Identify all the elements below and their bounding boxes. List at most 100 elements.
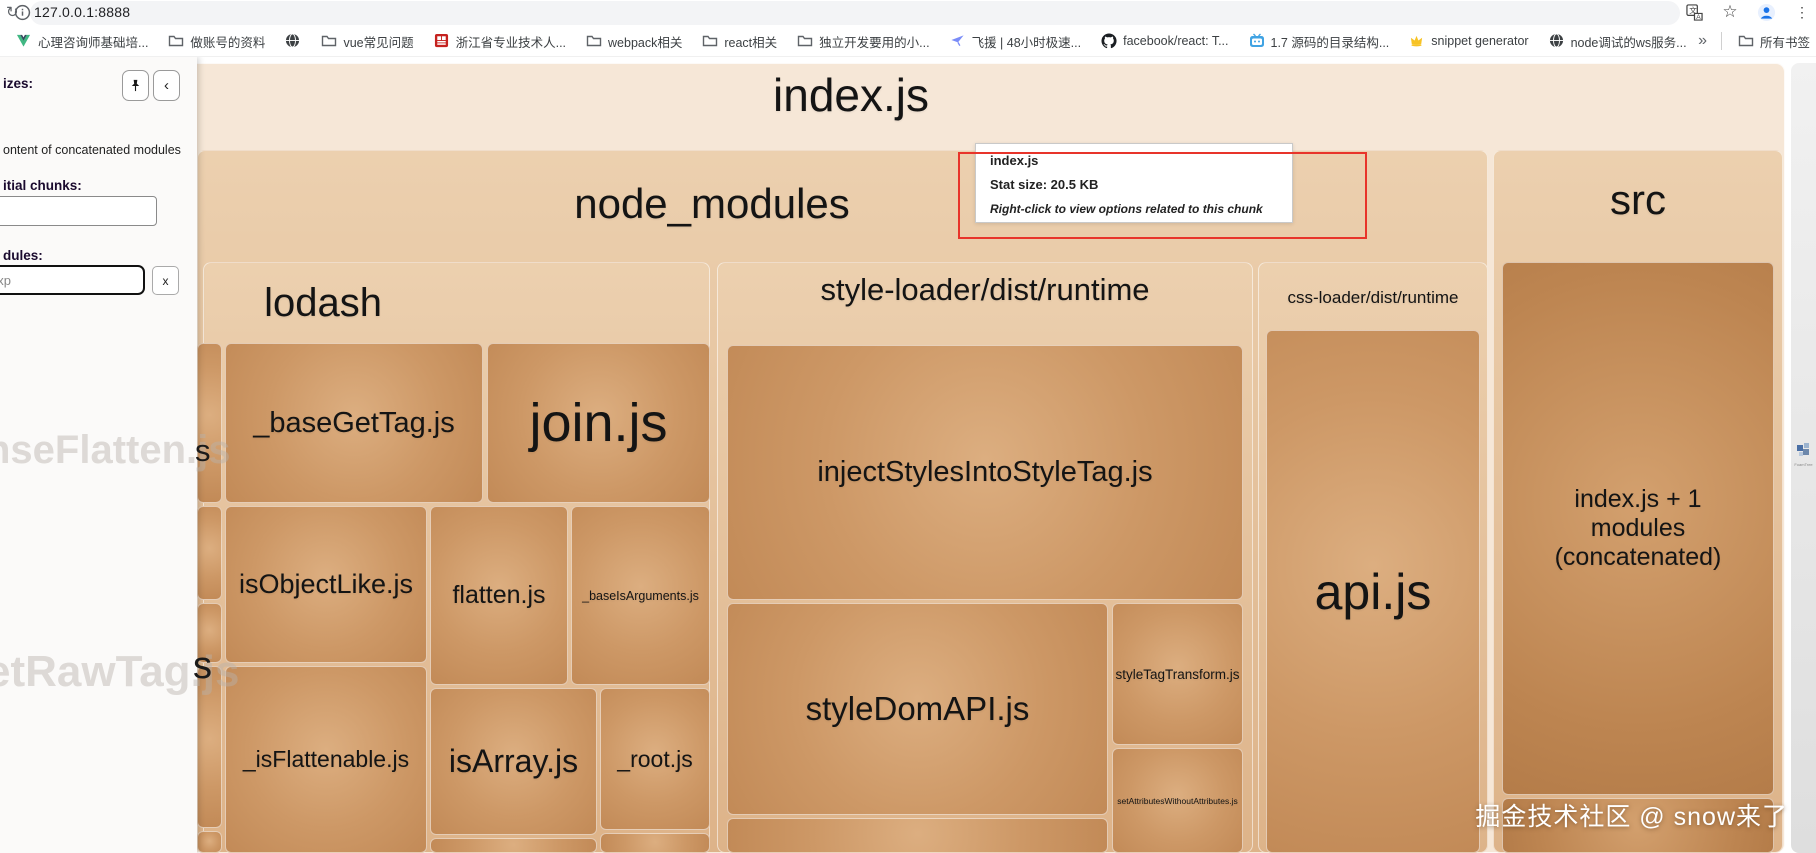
vue-icon: [16, 33, 32, 49]
bookmark-item[interactable]: 1.7 源码的目录结构...: [1243, 30, 1396, 53]
bookmark-item[interactable]: vue常见问题: [315, 30, 419, 53]
treemap-node-partial[interactable]: [430, 838, 597, 853]
treemap-node-is-array[interactable]: isArray.js: [430, 688, 597, 835]
bookmark-label: node调试的ws服务...: [1570, 35, 1687, 50]
search-modules-label: dules:: [3, 248, 43, 263]
treemap-label-is-array: isArray.js: [431, 689, 596, 834]
watermark-text: 掘金技术社区 @ snow来了: [1475, 803, 1788, 831]
bookmark-item[interactable]: react相关: [696, 30, 783, 53]
treemap-label-inject-styles: injectStylesIntoStyleTag.js: [728, 346, 1242, 599]
menu-dots-icon[interactable]: ⋮: [1792, 2, 1812, 22]
bookmark-label: vue常见问题: [343, 35, 414, 50]
treemap-label-src-concat: index.js + 1 modules (concatenated): [1503, 263, 1773, 794]
treemap-label-text: injectStylesIntoStyleTag.js: [817, 456, 1153, 488]
translate-icon[interactable]: 文A: [1684, 2, 1704, 22]
github-icon: [1101, 33, 1117, 49]
treemap-label-text: api.js: [1314, 563, 1432, 620]
treemap-node-partial[interactable]: [600, 833, 710, 853]
treemap-label-text: join.js: [529, 393, 668, 453]
treemap-node-root[interactable]: _root.js: [600, 688, 710, 830]
bookmarks-divider: [1720, 32, 1722, 50]
address-bar[interactable]: [30, 1, 1680, 25]
treemap-node-style-dom-api[interactable]: styleDomAPI.js: [727, 603, 1108, 815]
treemap-label-base-is-arguments: _baseIsArguments.js: [572, 507, 709, 684]
treemap-node-src-concat[interactable]: index.js + 1 modules (concatenated): [1502, 262, 1774, 795]
treemap-node-partial[interactable]: [197, 343, 222, 503]
bookmark-item[interactable]: [279, 31, 307, 51]
bookmark-item[interactable]: 独立开发要用的小...: [791, 30, 935, 53]
folder-icon: [797, 33, 813, 49]
folder-icon: [702, 33, 718, 49]
bookmark-item[interactable]: webpack相关: [580, 30, 688, 53]
bookmark-label: 独立开发要用的小...: [819, 35, 930, 50]
bookmark-label: 飞援 | 48小时极速...: [971, 35, 1082, 50]
crown-icon: [1409, 33, 1425, 49]
red-annotation-rectangle: [958, 152, 1367, 239]
collapse-sidebar-button[interactable]: ‹: [153, 70, 180, 101]
browser-toolbar: ↻ 127.0.0.1:8888 文A ☆ ⋮: [0, 0, 1816, 26]
treemap-node-set-attributes[interactable]: setAttributesWithoutAttributes.js: [1112, 748, 1243, 853]
bookmark-label: snippet generator: [1431, 34, 1529, 48]
treemap-label-text: _baseIsArguments.js: [582, 588, 699, 603]
tv-blue-icon: [1249, 33, 1265, 49]
treemap-node-partial[interactable]: [727, 818, 1108, 853]
treemap-label-is-object-like: isObjectLike.js: [226, 507, 426, 662]
foamtree-logo-icon: [1796, 443, 1809, 456]
bookmark-label: webpack相关: [608, 35, 683, 50]
all-bookmarks-button[interactable]: 所有书签: [1732, 30, 1816, 53]
treemap-label-text: isObjectLike.js: [238, 569, 414, 599]
clear-search-button[interactable]: x: [152, 266, 179, 295]
bookmarks-bar: 心理咨询师基础培... 做账号的资料 vue常见问题 浙江省专业技术人... webpa…: [0, 26, 1816, 57]
profile-avatar-icon[interactable]: [1756, 2, 1776, 22]
bookmarks-overflow-button[interactable]: »: [1694, 32, 1711, 50]
site-info-icon[interactable]: [14, 4, 31, 26]
folder-icon: [586, 33, 602, 49]
bookmark-item[interactable]: facebook/react: T...: [1095, 31, 1234, 51]
bookmark-label: 做账号的资料: [190, 35, 266, 50]
bookmark-item[interactable]: 做账号的资料: [162, 30, 271, 53]
treemap-node-flatten[interactable]: flatten.js: [430, 506, 568, 685]
bookmark-item[interactable]: 飞援 | 48小时极速...: [944, 30, 1088, 53]
clipped-module-label-tail: s: [193, 645, 212, 687]
url-text[interactable]: 127.0.0.1:8888: [34, 4, 130, 20]
globe-dark-icon: [1549, 33, 1565, 49]
pin-sidebar-button[interactable]: [122, 70, 149, 101]
bookmark-item[interactable]: 心理咨询师基础培...: [10, 30, 154, 53]
treemap-node-base-get-tag[interactable]: _baseGetTag.js: [225, 343, 483, 503]
treemap-label-text: _root.js: [617, 745, 693, 772]
treemap-node-is-object-like[interactable]: isObjectLike.js: [225, 506, 427, 663]
bookmarks-list: 心理咨询师基础培... 做账号的资料 vue常见问题 浙江省专业技术人... webpa…: [0, 30, 1694, 53]
svg-text:A: A: [1696, 13, 1701, 20]
foamtree-logo[interactable]: FoamTree: [1793, 441, 1814, 467]
clipped-module-label-tail: s: [195, 433, 211, 468]
treemap-sizes-label: izes:: [3, 76, 34, 91]
toolbar-actions: 文A ☆ ⋮: [1684, 2, 1812, 22]
bookmark-star-icon[interactable]: ☆: [1720, 2, 1740, 22]
folder-icon: [1738, 33, 1754, 49]
treemap-node-is-flattenable[interactable]: _isFlattenable.js: [225, 666, 427, 853]
bookmark-label: react相关: [724, 35, 778, 50]
treemap-node-partial[interactable]: [197, 506, 222, 600]
search-modules-input[interactable]: [0, 265, 145, 295]
clear-x-icon: x: [162, 273, 169, 288]
bookmark-item[interactable]: node调试的ws服务...: [1543, 30, 1693, 53]
treemap-node-join[interactable]: join.js: [487, 343, 710, 503]
treemap-node-partial[interactable]: [197, 831, 222, 853]
treemap-node-inject-styles[interactable]: injectStylesIntoStyleTag.js: [727, 345, 1243, 600]
search-chunks-input[interactable]: [0, 196, 157, 226]
treemap-canvas[interactable]: index.js node_modules src lodash style-loade…: [0, 0, 1816, 853]
treemap-label-text: index.js + 1 modules (concatenated): [1554, 485, 1722, 571]
treemap-node-style-tag-transform[interactable]: styleTagTransform.js: [1112, 603, 1243, 745]
treemap-node-base-is-arguments[interactable]: _baseIsArguments.js: [571, 506, 710, 685]
seal-red-icon: [434, 33, 450, 49]
bookmark-item[interactable]: 浙江省专业技术人...: [428, 30, 572, 53]
treemap-node-api[interactable]: api.js: [1266, 330, 1480, 853]
treemap-label-style-tag-transform: styleTagTransform.js: [1113, 604, 1242, 744]
bookmark-label: 浙江省专业技术人...: [455, 35, 567, 50]
treemap-label-text: flatten.js: [452, 581, 546, 609]
bookmark-item[interactable]: snippet generator: [1403, 31, 1534, 51]
treemap-label-text: _baseGetTag.js: [253, 406, 455, 439]
treemap-label-set-attributes: setAttributesWithoutAttributes.js: [1113, 749, 1242, 852]
treemap-label-src: src: [1610, 176, 1666, 223]
treemap-label-style-loader: style-loader/dist/runtime: [820, 272, 1150, 307]
